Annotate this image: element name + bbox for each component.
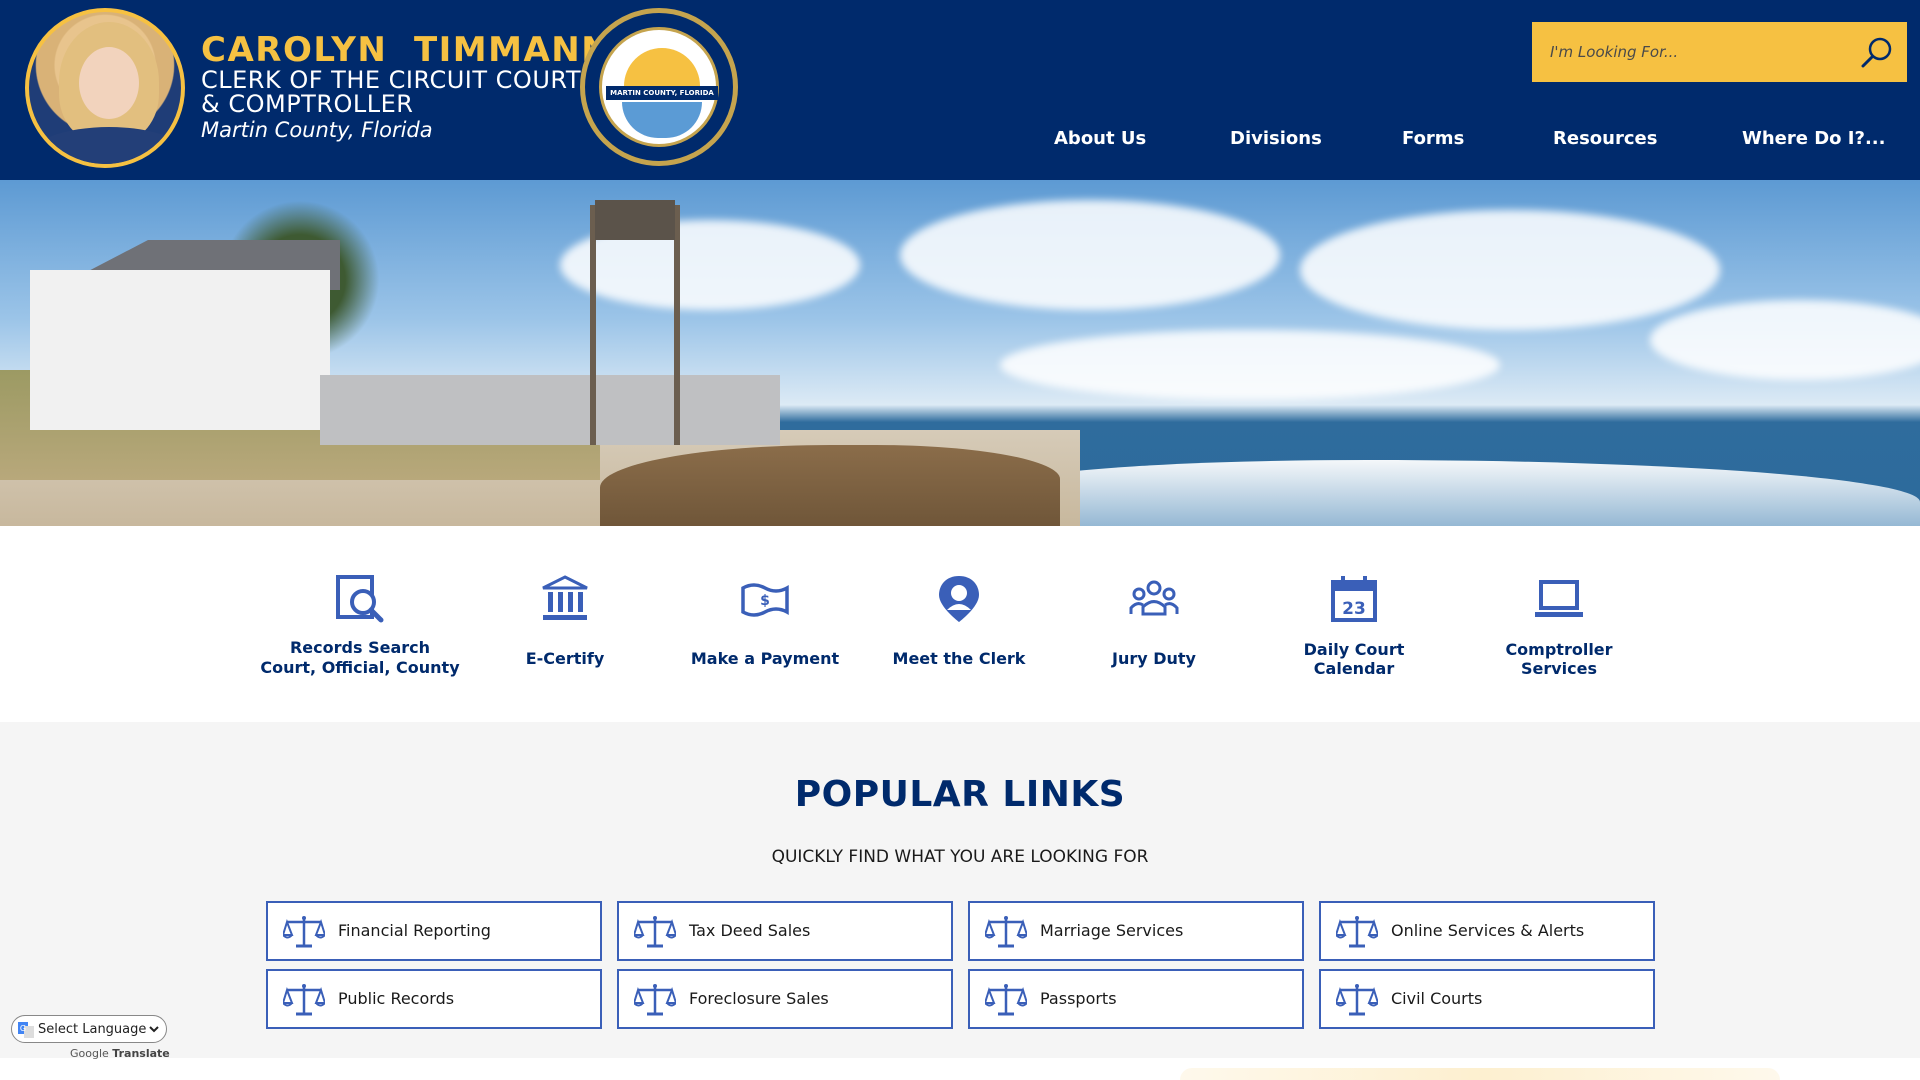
popular-link-passports[interactable]: Passports (968, 969, 1304, 1029)
quick-link-label: Make a Payment (690, 649, 840, 668)
popular-link-civil-courts[interactable]: Civil Courts (1319, 969, 1655, 1029)
quick-link-sublabel: Court, Official, County (260, 658, 460, 677)
popular-link-online-services-alerts[interactable]: Online Services & Alerts (1319, 901, 1655, 961)
seal-band-text: MARTIN COUNTY, FLORIDA (610, 89, 714, 97)
language-select[interactable]: Select Language (34, 1019, 162, 1039)
google-translate-icon: G (18, 1022, 34, 1038)
popular-link-public-records[interactable]: Public Records (266, 969, 602, 1029)
svg-text:$: $ (760, 593, 770, 609)
site-search (1532, 22, 1907, 82)
quick-link-e-certify[interactable]: E-Certify (465, 526, 665, 722)
quick-link-meet-clerk[interactable]: Meet the Clerk (859, 526, 1059, 722)
quick-link-label: Daily Court (1303, 640, 1405, 659)
records-search-icon (336, 575, 384, 623)
popular-links-subtitle: QUICKLY FIND WHAT YOU ARE LOOKING FOR (771, 847, 1149, 867)
popular-link-marriage-services[interactable]: Marriage Services (968, 901, 1304, 961)
svg-text:G: G (20, 1024, 26, 1033)
search-input[interactable] (1550, 22, 1850, 82)
popular-link-label: Civil Courts (1391, 989, 1483, 1008)
clerk-pin-icon (939, 576, 979, 622)
nav-about-us[interactable]: About Us (1054, 128, 1146, 156)
quick-link-label: Meet the Clerk (892, 649, 1026, 668)
laptop-icon (1535, 580, 1583, 617)
google-brand: Google (70, 1047, 109, 1060)
quick-link-records-search[interactable]: Records Search Court, Official, County (260, 526, 460, 722)
popular-links-title: POPULAR LINKS (794, 774, 1126, 815)
translate-label: Translate (112, 1047, 170, 1060)
quick-link-comptroller-services[interactable]: Comptroller Services (1459, 526, 1659, 722)
scales-of-justice-icon (283, 916, 325, 948)
clerk-name[interactable]: CAROLYN TIMMANN (201, 30, 611, 70)
popular-link-label: Public Records (338, 989, 455, 1008)
quick-link-label: E-Certify (525, 649, 605, 668)
hero-banner-image (0, 180, 1920, 526)
popular-link-tax-deed-sales[interactable]: Tax Deed Sales (617, 901, 953, 961)
nav-divisions[interactable]: Divisions (1230, 128, 1322, 156)
calendar-day-number: 23 (1342, 599, 1366, 619)
people-icon (1129, 580, 1179, 616)
nav-where-do-i[interactable]: Where Do I?... (1742, 128, 1885, 156)
quick-link-sublabel: Calendar (1313, 659, 1395, 678)
nav-resources[interactable]: Resources (1553, 128, 1657, 156)
scales-of-justice-icon (634, 916, 676, 948)
scales-of-justice-icon (1336, 916, 1378, 948)
search-icon[interactable] (1860, 36, 1894, 68)
google-translate-widget: G Select Language (11, 1015, 167, 1043)
nav-forms[interactable]: Forms (1402, 128, 1464, 156)
clerk-portrait[interactable] (25, 8, 185, 168)
google-translate-credit[interactable]: Google Translate (70, 1047, 170, 1060)
scales-of-justice-icon (283, 984, 325, 1016)
clerk-seal-logo[interactable]: MARTIN COUNTY, FLORIDA (580, 8, 738, 166)
clerk-title-line2[interactable]: & COMPTROLLER (201, 90, 413, 118)
quick-links-bar: Records Search Court, Official, County E… (0, 526, 1920, 722)
popular-link-label: Financial Reporting (338, 921, 491, 940)
footer-edge (0, 1058, 1920, 1080)
site-header: CAROLYN TIMMANN CLERK OF THE CIRCUIT COU… (0, 0, 1920, 180)
quick-link-make-payment[interactable]: $ Make a Payment (665, 526, 865, 722)
popular-link-label: Online Services & Alerts (1391, 921, 1585, 940)
scales-of-justice-icon (985, 984, 1027, 1016)
popular-link-label: Foreclosure Sales (689, 989, 829, 1008)
popular-link-label: Marriage Services (1040, 921, 1184, 940)
quick-link-label: Records Search (289, 638, 431, 657)
scales-of-justice-icon (1336, 984, 1378, 1016)
popular-link-foreclosure-sales[interactable]: Foreclosure Sales (617, 969, 953, 1029)
popular-link-financial-reporting[interactable]: Financial Reporting (266, 901, 602, 961)
payment-icon: $ (741, 583, 789, 617)
quick-link-jury-duty[interactable]: Jury Duty (1054, 526, 1254, 722)
scales-of-justice-icon (634, 984, 676, 1016)
popular-link-label: Tax Deed Sales (689, 921, 811, 940)
quick-link-label: Jury Duty (1112, 649, 1196, 668)
popular-link-label: Passports (1040, 989, 1117, 1008)
calendar-icon: 23 (1331, 576, 1377, 622)
courthouse-icon (542, 575, 588, 620)
quick-link-label: Comptroller (1505, 640, 1613, 659)
quick-link-sublabel: Services (1520, 659, 1598, 678)
scales-of-justice-icon (985, 916, 1027, 948)
quick-link-court-calendar[interactable]: 23 Daily Court Calendar (1254, 526, 1454, 722)
county-name[interactable]: Martin County, Florida (201, 118, 433, 142)
